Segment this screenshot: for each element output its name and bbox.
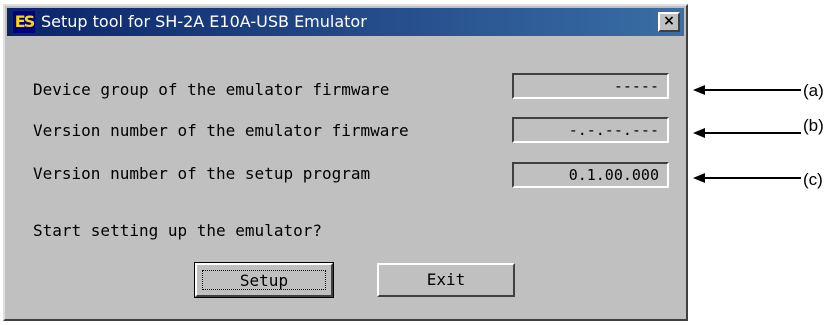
callout-label-a: (a)	[803, 81, 824, 100]
firmware-version-field: -.-.--.---	[512, 117, 669, 143]
setup-program-version-label: Version number of the setup program	[33, 164, 371, 183]
device-group-label: Device group of the emulator firmware	[33, 80, 390, 99]
device-group-field: -----	[512, 73, 669, 99]
callout-arrow-b	[693, 128, 801, 138]
close-button[interactable]: ×	[658, 12, 680, 32]
firmware-version-label: Version number of the emulator firmware	[33, 121, 409, 140]
app-logo-icon: ES	[13, 11, 35, 33]
setup-dialog: ES Setup tool for SH-2A E10A-USB Emulato…	[3, 4, 688, 321]
title-bar[interactable]: ES Setup tool for SH-2A E10A-USB Emulato…	[7, 8, 684, 36]
window-title: Setup tool for SH-2A E10A-USB Emulator	[41, 12, 367, 31]
setup-prompt: Start setting up the emulator?	[33, 221, 322, 240]
setup-program-version-field: 0.1.00.000	[512, 162, 669, 188]
callout-label-c: (c)	[803, 170, 823, 189]
callout-label-b: (b)	[803, 116, 824, 135]
callout-arrow-a	[693, 85, 801, 95]
setup-button-label: Setup	[202, 270, 326, 290]
callout-arrow-c	[693, 173, 801, 183]
exit-button[interactable]: Exit	[377, 263, 515, 297]
setup-button[interactable]: Setup	[194, 262, 334, 298]
page: ES Setup tool for SH-2A E10A-USB Emulato…	[0, 0, 830, 325]
